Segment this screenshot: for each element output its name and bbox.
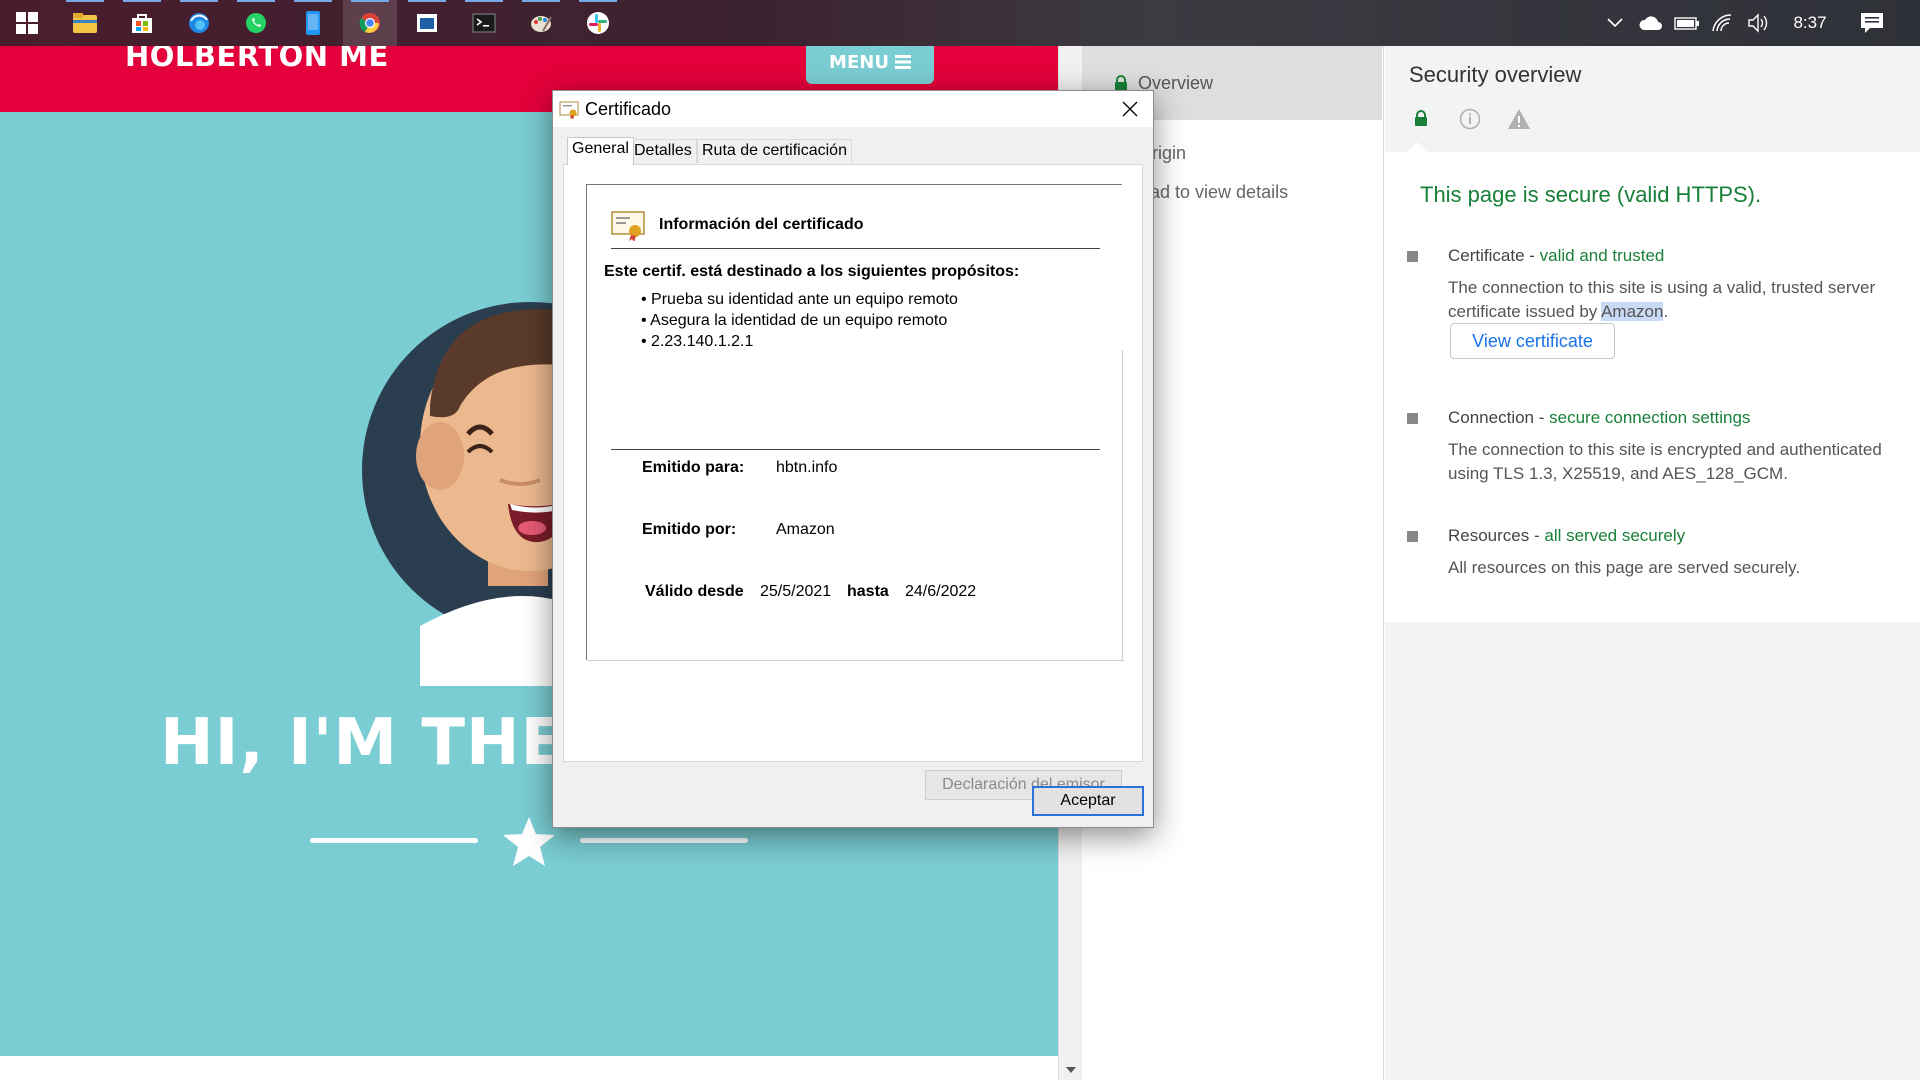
resources-description: All resources on this page are served se… [1448,558,1801,577]
purpose-item: • 2.23.140.1.2.1 [641,333,754,350]
wifi-icon [1712,14,1732,32]
show-hidden-icons-button[interactable] [1600,0,1630,46]
slack-icon [587,12,609,34]
cloud-icon [1639,16,1662,30]
certificate-info-heading: Información del certificado [659,216,864,233]
security-header: Security overview [1385,46,1920,152]
scroll-down-arrow-icon[interactable] [1065,1066,1077,1074]
windows-logo-icon [16,12,38,34]
security-overview-panel: Security overview This page is secure (v… [1385,46,1920,1080]
valid-from-value: 25/5/2021 [760,583,832,600]
bullet-icon [1407,251,1418,262]
page-bottom-strip [0,1056,1058,1080]
close-button[interactable] [1107,91,1153,127]
file-explorer-button[interactable] [58,0,112,46]
connection-heading: Connection - secure connection settings [1448,408,1751,427]
menu-button[interactable]: MENU [806,46,934,84]
view-certificate-button[interactable]: View certificate [1450,323,1615,359]
certificate-description: The connection to this site is using a v… [1448,278,1876,321]
store-icon [132,14,152,33]
notifications-button[interactable] [1852,0,1892,46]
divider-left [310,838,478,843]
panel-title: Security overview [1409,62,1582,87]
edge-button[interactable] [172,0,226,46]
info-icon[interactable] [1459,108,1481,130]
issued-to-label: Emitido para: [642,459,745,476]
paint-button[interactable] [514,0,568,46]
paint-icon [531,16,552,32]
issued-by-label: Emitido por: [642,521,737,538]
star-icon [503,817,555,866]
tab-ruta-de-certificacion[interactable]: Ruta de certificación [697,139,852,163]
chrome-icon [359,13,380,33]
window-icon [417,14,437,32]
notifications-icon [1861,13,1883,33]
certificate-icon [611,211,645,241]
slack-button[interactable] [571,0,625,46]
site-brand[interactable]: HOLBERTON ME [125,46,389,71]
whatsapp-icon [246,13,266,33]
edge-icon [189,13,209,33]
lock-icon [1115,75,1127,91]
issued-to-value: hbtn.info [776,459,838,476]
tab-detalles[interactable]: Detalles [629,139,697,163]
issuer-name: Amazon [1601,302,1664,321]
windows-start-button[interactable] [0,0,54,46]
bullet-icon [1407,531,1418,542]
purposes-title: Este certif. está destinado a los siguie… [604,263,1020,280]
divider-right [580,838,748,843]
issued-by-value: Amazon [776,521,835,538]
wifi-button[interactable] [1706,0,1740,46]
terminal-icon [472,13,496,33]
tab-general[interactable]: General [567,137,634,165]
battery-icon [1674,17,1699,30]
purpose-item: • Asegura la identidad de un equipo remo… [641,312,948,329]
certificate-icon [559,101,579,119]
security-details: This page is secure (valid HTTPS). Certi… [1385,152,1920,622]
battery-button[interactable] [1670,0,1704,46]
valid-to-label: hasta [847,583,889,600]
certificate-heading: Certificate - valid and trusted [1448,246,1665,265]
selected-tab-pointer [1407,142,1427,152]
divider [611,449,1100,450]
onedrive-button[interactable] [1634,0,1668,46]
reload-hint: ad to view details [1150,182,1289,202]
divider [611,248,1100,249]
app-window-button[interactable] [400,0,454,46]
taskbar: 8:37 [0,0,1920,46]
clock[interactable]: 8:37 [1785,0,1835,46]
secure-status-message: This page is secure (valid HTTPS). [1420,182,1762,207]
folder-icon [73,13,97,33]
volume-button[interactable] [1742,0,1776,46]
close-icon [1122,101,1138,117]
dialog-titlebar[interactable]: Certificado [553,91,1153,127]
chevron-up-icon [1607,18,1623,28]
general-tab-panel: Información del certificado Este certif.… [563,164,1143,800]
hamburger-icon [894,55,911,69]
certificate-info-box: Información del certificado Este certif.… [586,184,1124,661]
resources-heading: Resources - all served securely [1448,526,1686,545]
ok-button[interactable]: Aceptar [1032,786,1144,816]
avatar-illustration [362,302,560,686]
bullet-icon [1407,413,1418,424]
phone-icon [306,11,320,35]
menu-label: MENU [829,51,889,73]
volume-icon [1748,13,1768,33]
microsoft-store-button[interactable] [115,0,169,46]
chrome-button[interactable] [343,0,397,46]
dialog-title: Certificado [585,99,672,119]
terminal-button[interactable] [457,0,511,46]
warning-icon[interactable] [1507,108,1531,130]
phone-app-button[interactable] [286,0,340,46]
lock-icon[interactable] [1414,110,1428,126]
certificate-dialog: Certificado General Detalles Ruta de cer… [552,90,1154,828]
connection-description: The connection to this site is encrypted… [1448,440,1882,483]
whatsapp-button[interactable] [229,0,283,46]
valid-from-label: Válido desde [645,583,744,600]
valid-to-value: 24/6/2022 [905,583,977,600]
purpose-item: • Prueba su identidad ante un equipo rem… [641,291,958,308]
